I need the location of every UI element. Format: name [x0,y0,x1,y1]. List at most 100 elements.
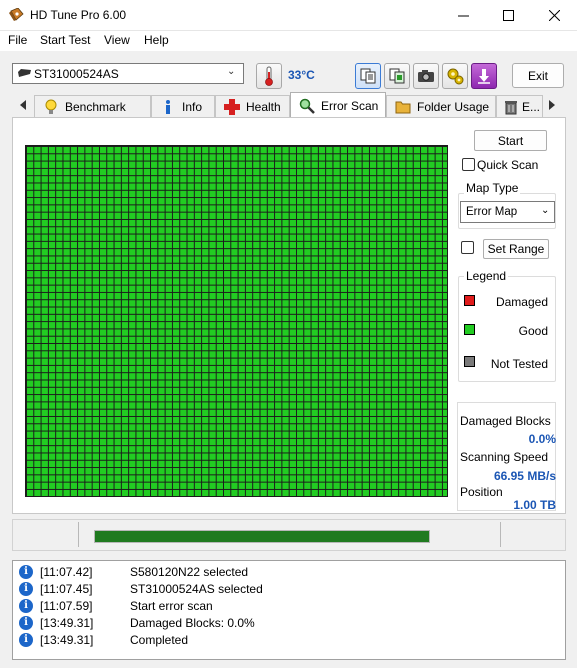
map-type-title: Map Type [464,181,521,195]
log-message: Start error scan [130,599,213,613]
magnifier-icon [299,98,315,114]
log-message: Damaged Blocks: 0.0% [130,616,255,630]
copy-screenshot-icon [389,68,405,84]
screenshot-button[interactable] [413,63,439,89]
folder-icon [395,101,411,113]
minimize-icon [457,15,469,17]
quick-scan-label: Quick Scan [477,158,539,172]
scanning-speed-label: Scanning Speed [460,450,549,464]
options-icon [447,68,464,85]
status-divider [78,522,79,547]
legend-title: Legend [464,269,509,283]
temperature-value: 33°C [288,68,315,82]
window-title: HD Tune Pro 6.00 [30,8,127,22]
options-button[interactable] [442,63,468,89]
copy-text-button[interactable] [355,63,381,89]
log-time: [11:07.42] [40,565,93,579]
chevron-right-icon [549,100,555,110]
exit-button[interactable]: Exit [512,63,564,88]
tab-erase[interactable]: E... [496,95,543,117]
menu-view[interactable]: View [104,33,130,47]
chevron-left-icon [20,100,26,110]
log-row[interactable]: i [11:07.59] Start error scan [19,598,559,615]
status-divider [500,522,501,547]
camera-icon [418,70,434,82]
scan-progress-bar [94,530,430,543]
map-type-value: Error Map [466,206,518,218]
maximize-icon [502,10,514,21]
info-icon: i [19,599,33,613]
chevron-down-icon: ⌄ [541,205,550,216]
set-range-checkbox[interactable] [461,241,474,254]
log-list[interactable]: i [11:07.42] S580120N22 selected i [11:07.45… [12,560,566,660]
legend-label-damaged: Damaged [495,295,548,309]
info-icon: i [19,616,33,630]
tab-info[interactable]: Info [151,95,215,117]
copy-text-icon [360,68,376,84]
trash-icon [505,100,517,114]
info-icon: i [19,582,33,596]
info-icon [166,99,170,114]
scan-progress-fill [95,531,429,542]
save-button[interactable] [471,63,497,89]
tab-health[interactable]: Health [215,95,290,117]
hard-drive-icon [18,69,31,77]
lightbulb-icon [45,99,57,114]
log-time: [13:49.31] [40,633,94,647]
tab-health-label: Health [246,99,281,114]
legend-swatch-not-tested [464,356,475,367]
log-row[interactable]: i [11:07.42] S580120N22 selected [19,564,559,581]
health-cross-icon [224,98,240,115]
info-icon: i [19,633,33,647]
tab-folder-usage[interactable]: Folder Usage [386,95,496,117]
temperature-button[interactable] [256,63,282,89]
log-row[interactable]: i [13:49.31] Damaged Blocks: 0.0% [19,615,559,632]
damaged-blocks-label: Damaged Blocks [460,414,551,428]
close-icon [548,10,560,21]
log-message: ST31000524AS selected [130,582,263,596]
scanning-speed-value: 66.95 MB/s [493,469,556,483]
map-type-select[interactable]: Error Map ⌄ [460,201,555,223]
app-icon [9,8,24,21]
log-message: Completed [130,633,189,647]
legend-label-not-tested: Not Tested [490,357,548,371]
block-map [25,145,448,497]
damaged-blocks-value: 0.0% [528,432,556,446]
menu-file[interactable]: File [8,33,27,47]
tab-error-scan-label: Error Scan [321,98,379,113]
tab-scroll-left-button[interactable] [14,96,32,114]
log-time: [11:07.59] [40,599,93,613]
quick-scan-checkbox[interactable] [462,158,475,171]
tab-benchmark[interactable]: Benchmark [34,95,151,117]
menu-help[interactable]: Help [144,33,169,47]
thermometer-icon [265,66,273,86]
save-icon [478,69,490,84]
log-row[interactable]: i [13:49.31] Completed [19,632,559,649]
legend-label-good: Good [518,324,548,338]
log-message: S580120N22 selected [130,565,249,579]
legend-swatch-damaged [464,295,475,306]
tab-benchmark-label: Benchmark [65,99,126,114]
drive-name: ST31000524AS [34,67,119,81]
menu-start-test[interactable]: Start Test [40,33,90,47]
minimize-button[interactable] [440,0,486,31]
tab-info-label: Info [182,99,203,114]
copy-screenshot-button[interactable] [384,63,410,89]
legend-swatch-good [464,324,475,335]
position-value: 1.00 TB [513,498,556,512]
log-time: [13:49.31] [40,616,94,630]
maximize-button[interactable] [485,0,531,31]
tab-folder-usage-label: Folder Usage [417,99,490,114]
info-icon: i [19,565,33,579]
tab-error-scan[interactable]: Error Scan [290,92,386,118]
drive-select[interactable]: ST31000524AS ⌄ [12,63,244,84]
block-map-grid [26,146,447,496]
chevron-down-icon: ⌄ [227,66,236,77]
tab-scroll-right-button[interactable] [543,96,561,114]
log-time: [11:07.45] [40,582,93,596]
close-button[interactable] [531,0,577,31]
tab-erase-label: E... [522,99,541,114]
start-button[interactable]: Start [474,130,547,151]
set-range-button[interactable]: Set Range [483,239,549,259]
log-row[interactable]: i [11:07.45] ST31000524AS selected [19,581,559,598]
